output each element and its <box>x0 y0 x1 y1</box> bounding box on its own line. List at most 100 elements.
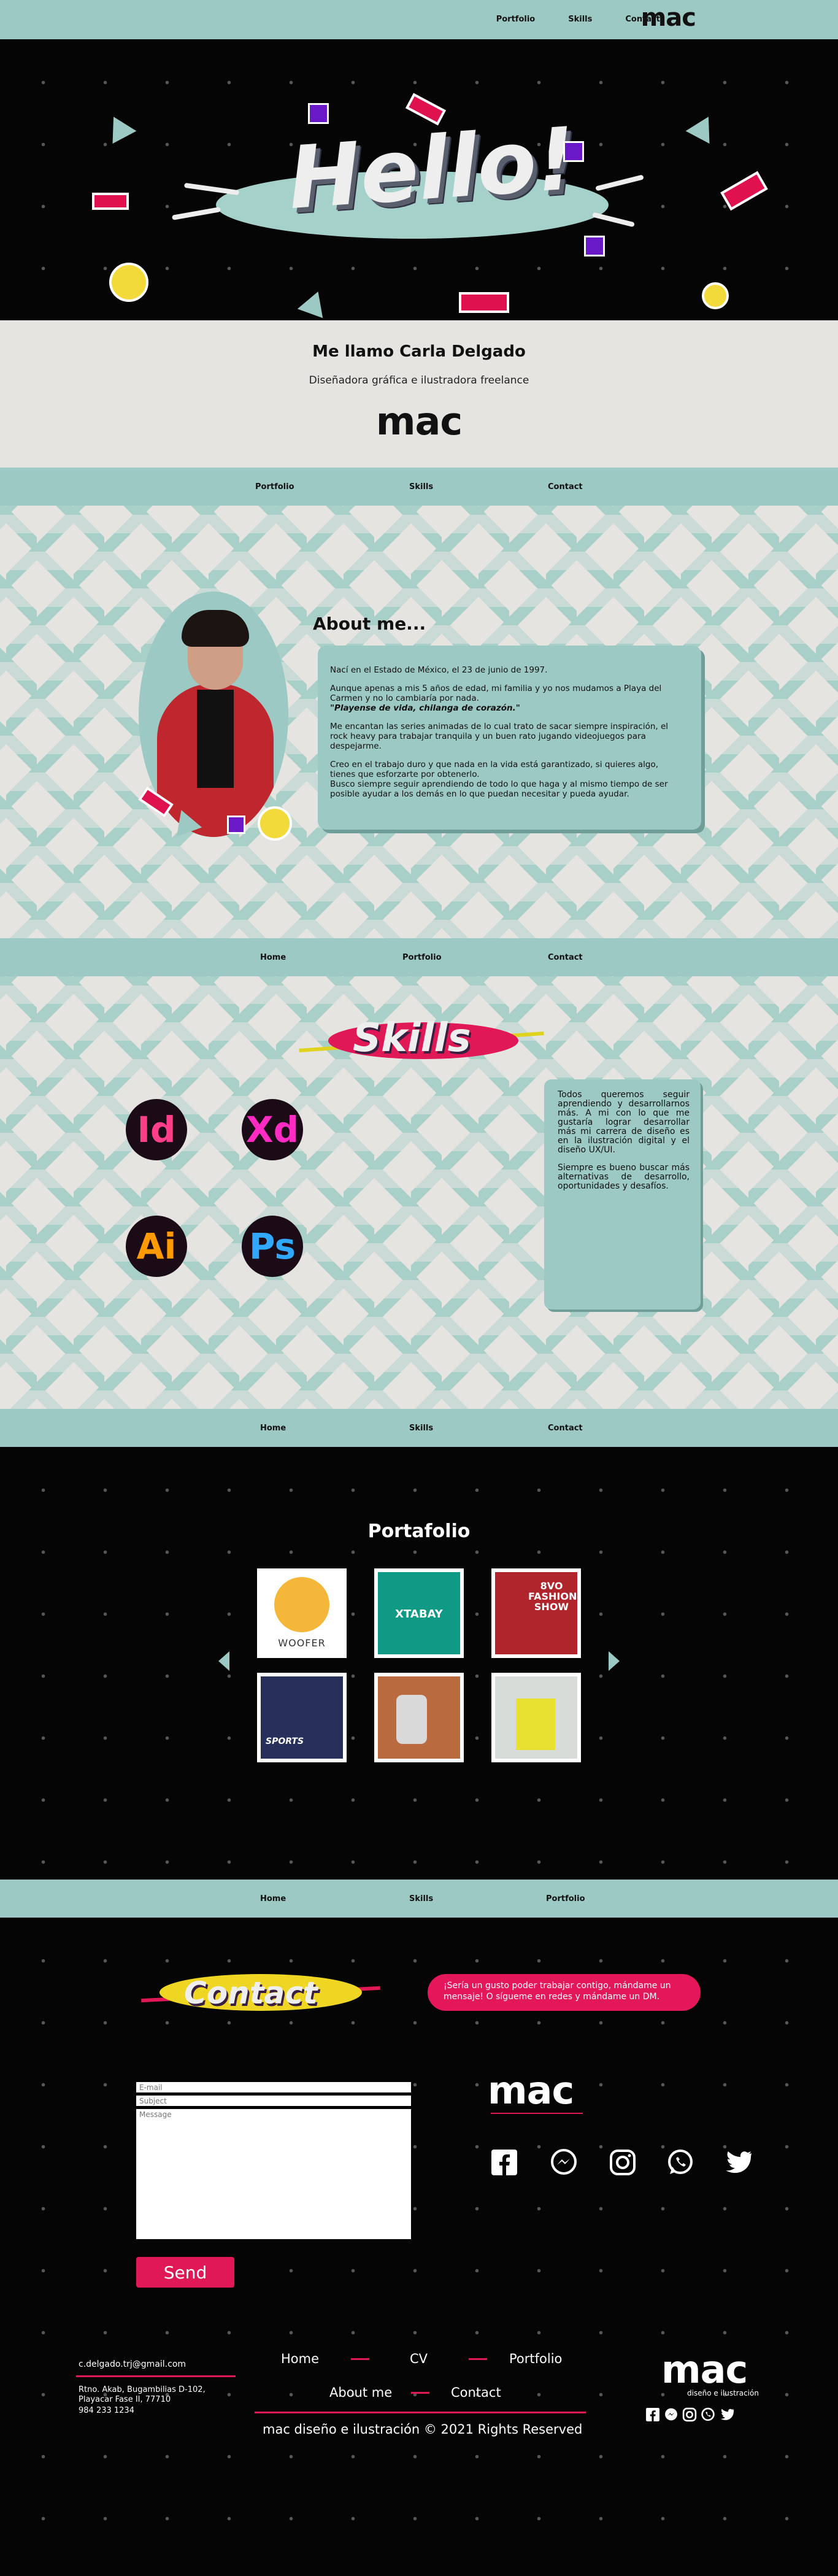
carousel-next-arrow-icon[interactable] <box>609 1651 620 1671</box>
about-card: Nací en el Estado de México, el 23 de ju… <box>318 646 701 830</box>
send-button[interactable]: Send <box>136 2257 234 2288</box>
nav-contact-link[interactable]: Contact <box>548 1424 583 1433</box>
twitter-icon[interactable] <box>723 2147 753 2178</box>
portfolio-item-woofer[interactable]: WOOFER <box>257 1568 347 1658</box>
yellow-circle-shape <box>258 806 292 841</box>
fashion-show-label: 8VO FASHION SHOW <box>528 1580 577 1613</box>
messenger-icon[interactable] <box>548 2147 579 2178</box>
nav-home-link[interactable]: Home <box>260 953 286 962</box>
intro-logo: mac <box>375 399 463 444</box>
twitter-icon[interactable] <box>719 2407 735 2422</box>
portfolio-item-product[interactable] <box>374 1673 464 1762</box>
facebook-icon[interactable] <box>489 2147 520 2178</box>
nav-skills-link[interactable]: Skills <box>409 482 433 492</box>
skills-title: Skills <box>353 1016 471 1061</box>
portrait-shirt <box>197 690 234 788</box>
top-logo[interactable]: mac <box>641 4 696 32</box>
red-rectangle-shape <box>92 193 129 210</box>
nav-portfolio-link[interactable]: Portfolio <box>546 1894 585 1903</box>
xd-icon: Xd <box>242 1099 303 1160</box>
subject-field[interactable] <box>136 2096 411 2106</box>
nav-contact-link[interactable]: Contact <box>548 953 583 962</box>
email-field[interactable] <box>136 2082 411 2092</box>
portfolio-item-tote-bag[interactable] <box>491 1673 581 1762</box>
about-paragraph: Me encantan las series animadas de lo cu… <box>330 722 669 751</box>
portfolio-item-sports[interactable]: SPORTS <box>257 1673 347 1762</box>
footer-tagline: diseño e ilustración <box>687 2389 759 2397</box>
xtabay-label: XTABAY <box>395 1608 443 1621</box>
about-paragraph: Nací en el Estado de México, el 23 de ju… <box>330 665 548 675</box>
about-paragraph: Aunque apenas a mis 5 años de edad, mi f… <box>330 684 662 703</box>
footer-nav-cv[interactable]: CV <box>410 2351 428 2366</box>
portfolio-nav: Home Skills Contact <box>0 1409 838 1447</box>
about-quote: "Playense de vida, chilanga de corazón." <box>330 703 683 713</box>
nav-home-link[interactable]: Home <box>260 1424 286 1433</box>
footer-email[interactable]: c.delgado.trj@gmail.com <box>79 2359 186 2369</box>
carousel-prev-arrow-icon[interactable] <box>218 1651 229 1671</box>
footer-copyright: mac diseño e ilustración © 2021 Rights R… <box>263 2422 583 2437</box>
hero-stroke <box>592 212 635 228</box>
xtabay-image: XTABAY <box>378 1572 460 1654</box>
photoshop-icon: Ps <box>242 1216 303 1277</box>
portfolio-item-fashion-show[interactable]: 8VO FASHION SHOW <box>491 1568 581 1658</box>
nav-portfolio-link[interactable]: Portfolio <box>402 953 442 962</box>
teal-triangle-shape <box>297 287 331 318</box>
footer-address-line: Playacar Fase II, 77710 <box>79 2395 171 2404</box>
nav-portfolio-link[interactable]: Portfolio <box>496 15 536 24</box>
contact-message: ¡Sería un gusto poder trabajar contigo, … <box>428 1974 701 2011</box>
about-quote-text: "Playense de vida, chilanga de corazón." <box>330 703 520 713</box>
instagram-icon[interactable] <box>682 2407 697 2422</box>
woofer-label: WOOFER <box>278 1637 326 1649</box>
tote-bag-object <box>516 1699 555 1750</box>
nav-skills-link[interactable]: Skills <box>568 15 592 24</box>
tote-bag-image <box>495 1676 577 1759</box>
skills-badge: Skills <box>299 1013 544 1068</box>
footer-nav-separator <box>469 2358 487 2360</box>
contact-section: Contact ¡Sería un gusto poder trabajar c… <box>0 1918 838 2576</box>
purple-square-shape <box>308 103 329 124</box>
sports-image: SPORTS <box>261 1676 343 1759</box>
hero-title: Hello! <box>285 109 579 229</box>
footer-nav-about-me[interactable]: About me <box>329 2385 392 2400</box>
message-field[interactable] <box>136 2109 411 2239</box>
footer-nav-divider <box>255 2412 586 2413</box>
sports-label: SPORTS <box>266 1737 304 1746</box>
fashion-show-image: 8VO FASHION SHOW <box>495 1572 577 1654</box>
nav-portfolio-link[interactable]: Portfolio <box>255 482 294 492</box>
contact-title: Contact <box>184 1975 318 2011</box>
instagram-icon[interactable] <box>607 2147 638 2178</box>
woofer-logo-icon <box>274 1577 329 1632</box>
nav-skills-link[interactable]: Skills <box>409 1894 433 1903</box>
skills-paragraph: Todos queremos seguir aprendiendo y desa… <box>558 1090 690 1155</box>
footer-divider <box>76 2375 236 2377</box>
nav-contact-link[interactable]: Contact <box>548 482 583 492</box>
footer-nav-contact[interactable]: Contact <box>451 2385 501 2400</box>
footer-social-icons <box>645 2407 735 2422</box>
footer-logo: mac <box>661 2347 748 2392</box>
footer-address-line: Rtno. Akab, Bugambilias D-102, <box>79 2385 206 2394</box>
intro-role: Diseñadora gráfica e ilustradora freelan… <box>309 374 529 387</box>
facebook-icon[interactable] <box>645 2407 660 2422</box>
footer-nav-portfolio[interactable]: Portfolio <box>509 2351 562 2366</box>
skills-card: Todos queremos seguir aprendiendo y desa… <box>544 1079 701 1309</box>
woofer-image: WOOFER <box>261 1572 343 1654</box>
messenger-icon[interactable] <box>664 2407 678 2422</box>
nav-skills-link[interactable]: Skills <box>409 1424 433 1433</box>
whatsapp-icon[interactable] <box>665 2147 696 2178</box>
nav-home-link[interactable]: Home <box>260 1894 286 1903</box>
skills-nav: Home Portfolio Contact <box>0 938 838 976</box>
skills-paragraph: Siempre es bueno buscar más alternativas… <box>558 1163 690 1191</box>
product-object <box>396 1695 427 1744</box>
purple-square-shape <box>563 141 584 162</box>
purple-square-shape <box>584 236 605 256</box>
about-title: About me... <box>313 614 426 634</box>
footer-nav-home[interactable]: Home <box>281 2351 319 2366</box>
portfolio-item-xtabay[interactable]: XTABAY <box>374 1568 464 1658</box>
intro-name: Me llamo Carla Delgado <box>312 342 526 361</box>
whatsapp-icon[interactable] <box>701 2407 715 2422</box>
contact-logo-underline <box>491 2113 583 2114</box>
yellow-circle-shape <box>702 282 729 309</box>
footer-phone: 984 233 1234 <box>79 2406 134 2415</box>
footer-nav-separator <box>351 2358 369 2360</box>
about-section: About me... Nací en el Estado de México,… <box>0 506 838 938</box>
